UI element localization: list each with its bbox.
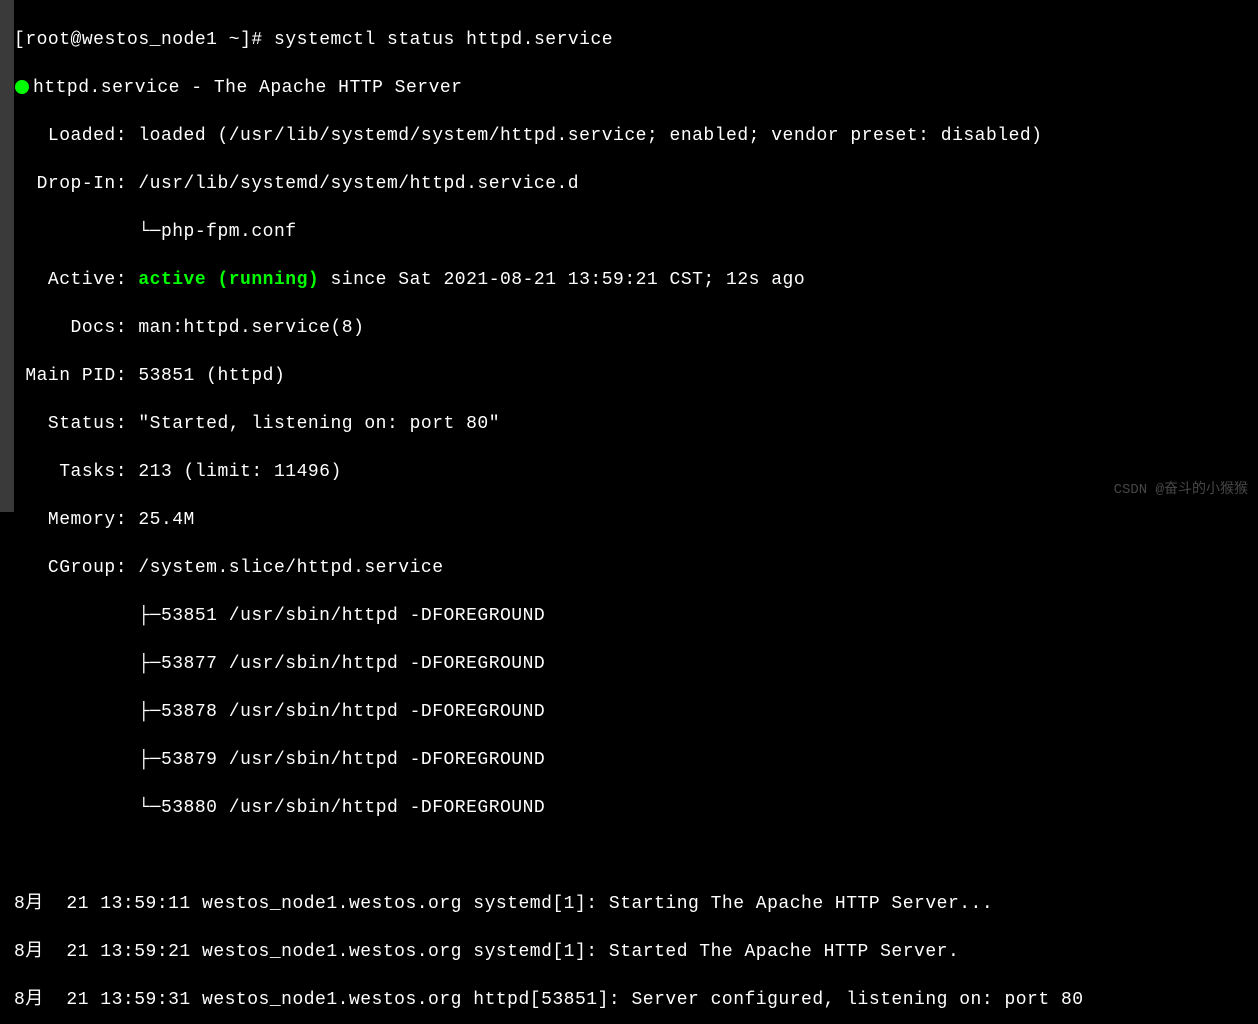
dropin-line: Drop-In: /usr/lib/systemd/system/httpd.s…: [14, 172, 1258, 196]
prompt-host: westos_node1: [82, 30, 218, 50]
docs-line: Docs: man:httpd.service(8): [14, 316, 1258, 340]
loaded-value: loaded (/usr/lib/systemd/system/httpd.se…: [138, 126, 1042, 146]
dropin-value: /usr/lib/systemd/system/httpd.service.d: [138, 174, 579, 194]
process-pid: 53877: [161, 654, 218, 674]
prompt-line: [root@westos_node1 ~]# systemctl status …: [14, 28, 1258, 52]
memory-label: Memory:: [48, 510, 127, 530]
process-pid: 53851: [161, 606, 218, 626]
log-line: 8月 21 13:59:11 westos_node1.westos.org s…: [14, 892, 1258, 916]
watermark-text: CSDN @奋斗的小猴猴: [1114, 478, 1248, 502]
mainpid-line: Main PID: 53851 (httpd): [14, 364, 1258, 388]
blank-line: [14, 844, 1258, 868]
process-cmd: /usr/sbin/httpd -DFOREGROUND: [229, 606, 545, 626]
cgroup-line: CGroup: /system.slice/httpd.service: [14, 556, 1258, 580]
mainpid-label: Main PID:: [25, 366, 127, 386]
active-line: Active: active (running) since Sat 2021-…: [14, 268, 1258, 292]
service-desc: The Apache HTTP Server: [214, 78, 463, 98]
mainpid-value: 53851 (httpd): [138, 366, 285, 386]
editor-gutter: [0, 0, 14, 512]
service-name: httpd.service: [33, 78, 180, 98]
status-value: "Started, listening on: port 80": [138, 414, 500, 434]
cgroup-label: CGroup:: [48, 558, 127, 578]
status-dot-icon: [15, 80, 29, 94]
prompt-symbol: #: [251, 30, 262, 50]
process-pid: 53878: [161, 702, 218, 722]
terminal-output: [root@westos_node1 ~]# systemctl status …: [14, 4, 1258, 1024]
tasks-value: 213 (limit: 11496): [138, 462, 341, 482]
dropin-label: Drop-In:: [37, 174, 127, 194]
memory-value: 25.4M: [138, 510, 195, 530]
tasks-line: Tasks: 213 (limit: 11496): [14, 460, 1258, 484]
prompt-path: ~: [229, 30, 240, 50]
process-pid: 53879: [161, 750, 218, 770]
process-line: ├─53879 /usr/sbin/httpd -DFOREGROUND: [14, 748, 1258, 772]
docs-value: man:httpd.service(8): [138, 318, 364, 338]
command-text: systemctl status httpd.service: [274, 30, 613, 50]
active-label: Active:: [48, 270, 127, 290]
dropin-file-line: └─php-fpm.conf: [14, 220, 1258, 244]
process-cmd: /usr/sbin/httpd -DFOREGROUND: [229, 654, 545, 674]
status-label: Status:: [48, 414, 127, 434]
process-line: ├─53851 /usr/sbin/httpd -DFOREGROUND: [14, 604, 1258, 628]
process-pid: 53880: [161, 798, 218, 818]
service-header-line: httpd.service - The Apache HTTP Server: [14, 76, 1258, 100]
process-line: └─53880 /usr/sbin/httpd -DFOREGROUND: [14, 796, 1258, 820]
log-line: 8月 21 13:59:21 westos_node1.westos.org s…: [14, 940, 1258, 964]
loaded-line: Loaded: loaded (/usr/lib/systemd/system/…: [14, 124, 1258, 148]
tasks-label: Tasks:: [59, 462, 127, 482]
log-line: 8月 21 13:59:31 westos_node1.westos.org h…: [14, 988, 1258, 1012]
process-line: ├─53877 /usr/sbin/httpd -DFOREGROUND: [14, 652, 1258, 676]
cgroup-value: /system.slice/httpd.service: [138, 558, 443, 578]
dropin-file: php-fpm.conf: [161, 222, 297, 242]
process-line: ├─53878 /usr/sbin/httpd -DFOREGROUND: [14, 700, 1258, 724]
prompt-user: root: [25, 30, 70, 50]
active-since: since Sat 2021-08-21 13:59:21 CST; 12s a…: [319, 270, 805, 290]
process-cmd: /usr/sbin/httpd -DFOREGROUND: [229, 750, 545, 770]
status-line: Status: "Started, listening on: port 80": [14, 412, 1258, 436]
process-cmd: /usr/sbin/httpd -DFOREGROUND: [229, 798, 545, 818]
docs-label: Docs:: [71, 318, 128, 338]
process-cmd: /usr/sbin/httpd -DFOREGROUND: [229, 702, 545, 722]
loaded-label: Loaded:: [48, 126, 127, 146]
active-state: active (running): [138, 270, 319, 290]
